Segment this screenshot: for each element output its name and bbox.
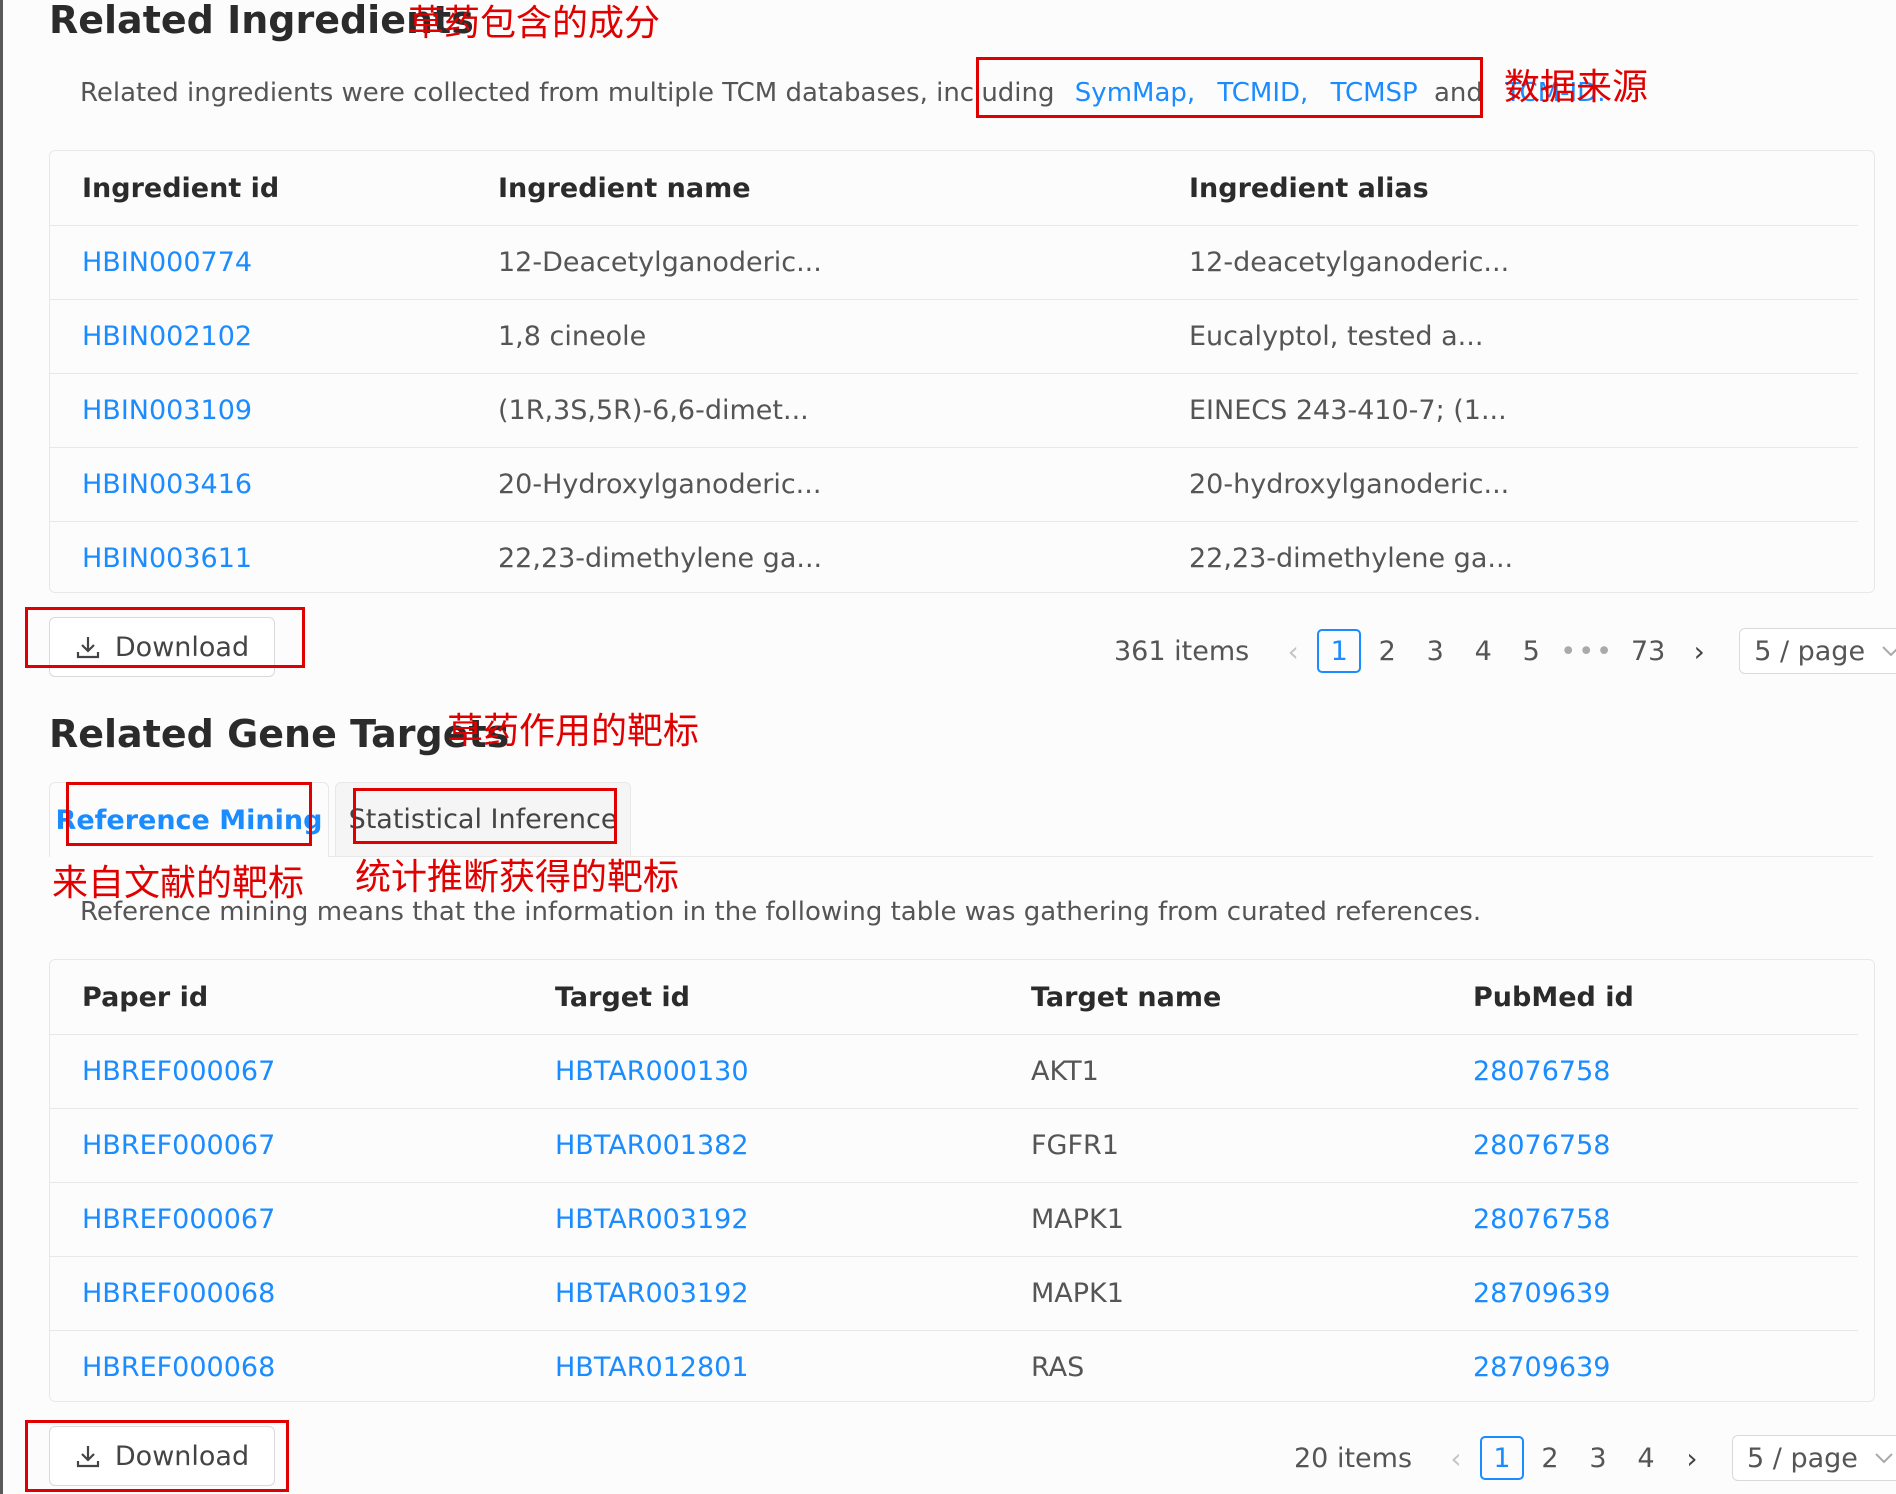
column-header-target-id[interactable]: Target id: [523, 961, 999, 1035]
table-row: HBREF000067 HBTAR003192 MAPK1 28076758: [50, 1182, 1858, 1257]
pubmed-id-link[interactable]: 28076758: [1441, 1108, 1858, 1183]
column-header-ingredient-name[interactable]: Ingredient name: [466, 152, 1157, 226]
target-name: FGFR1: [999, 1108, 1441, 1183]
download-highlight-box: [25, 607, 305, 668]
target-name: MAPK1: [999, 1256, 1441, 1331]
page-edge: [0, 0, 3, 1494]
column-header-pubmed-id[interactable]: PubMed id: [1441, 961, 1858, 1035]
targets-header-row: Paper id Target id Target name PubMed id: [50, 961, 1858, 1035]
table-row: HBIN002102 1,8 cineole Eucalyptol, teste…: [50, 299, 1858, 374]
page-2[interactable]: 2: [1528, 1436, 1572, 1480]
pubmed-id-link[interactable]: 28076758: [1441, 1182, 1858, 1257]
chevron-down-icon: [1882, 646, 1896, 657]
table-row: HBIN003611 22,23-dimethylene ga... 22,23…: [50, 522, 1858, 596]
statistical-tab-annotation: 统计推断获得的靶标: [355, 857, 680, 898]
ingredient-id-link[interactable]: HBIN003611: [50, 522, 466, 596]
pubmed-id-link[interactable]: 28709639: [1441, 1331, 1858, 1405]
ingredient-name: 22,23-dimethylene ga...: [498, 543, 823, 574]
ingredients-title-annotation: 草药包含的成分: [408, 3, 661, 44]
pubmed-id-link[interactable]: 28076758: [1441, 1034, 1858, 1109]
ingredient-id-link[interactable]: HBIN002102: [50, 299, 466, 374]
page-3[interactable]: 3: [1413, 629, 1457, 673]
page-size-value: 5 / page: [1747, 1442, 1858, 1474]
ingredient-name: 1,8 cineole: [466, 299, 1157, 374]
tab-statistical-highlight-box: [353, 788, 617, 844]
page-1[interactable]: 1: [1480, 1436, 1525, 1480]
ingredient-alias: 12-deacetylganoderic...: [1157, 225, 1858, 300]
column-header-ingredient-id[interactable]: Ingredient id: [50, 152, 466, 226]
chevron-left-icon[interactable]: ‹: [1434, 1436, 1478, 1480]
chevron-right-icon[interactable]: ›: [1670, 1436, 1714, 1480]
targets-title-annotation: 草药作用的靶标: [447, 711, 700, 752]
page-4[interactable]: 4: [1461, 629, 1505, 673]
ingredients-table: Ingredient id Ingredient name Ingredient…: [50, 152, 1858, 595]
ingredient-alias: Eucalyptol, tested a...: [1157, 299, 1858, 374]
table-row: HBREF000067 HBTAR001382 FGFR1 28076758: [50, 1108, 1858, 1183]
targets-title: Related Gene Targets: [49, 712, 510, 756]
ingredient-name: (1R,3S,5R)-6,6-dimet...: [466, 373, 1157, 448]
ingredient-name: 12-Deacetylganoderic...: [466, 225, 1157, 300]
column-header-target-name[interactable]: Target name: [999, 961, 1441, 1035]
column-header-paper-id[interactable]: Paper id: [50, 961, 523, 1035]
target-id-link[interactable]: HBTAR003192: [523, 1256, 999, 1331]
ingredient-id-link[interactable]: HBIN000774: [50, 225, 466, 300]
targets-description: Reference mining means that the informat…: [80, 897, 1482, 927]
chevron-right-icon[interactable]: ›: [1677, 629, 1721, 673]
ingredient-alias: EINECS 243-410-7; (1...: [1157, 373, 1858, 448]
ingredient-alias: 22,23-dimethylene ga...: [1189, 543, 1514, 574]
pubmed-id-link[interactable]: 28709639: [1441, 1256, 1858, 1331]
chevron-left-icon[interactable]: ‹: [1271, 629, 1315, 673]
ingredients-header-row: Ingredient id Ingredient name Ingredient…: [50, 152, 1858, 226]
page-5[interactable]: 5: [1509, 629, 1553, 673]
page-73[interactable]: 73: [1621, 629, 1675, 673]
table-row: HBIN003109 (1R,3S,5R)-6,6-dimet... EINEC…: [50, 373, 1858, 448]
target-id-link[interactable]: HBTAR000130: [523, 1034, 999, 1109]
paper-id-link[interactable]: HBREF000067: [50, 1182, 523, 1257]
column-header-ingredient-alias[interactable]: Ingredient alias: [1157, 152, 1858, 226]
page-size-value: 5 / page: [1754, 635, 1866, 667]
page-3[interactable]: 3: [1576, 1436, 1620, 1480]
table-row: HBREF000067 HBTAR000130 AKT1 28076758: [50, 1034, 1858, 1109]
target-name: MAPK1: [999, 1182, 1441, 1257]
page-size-select[interactable]: 5 / page: [1739, 628, 1896, 674]
target-name: RAS: [1031, 1352, 1085, 1383]
page-size-select[interactable]: 5 / page: [1732, 1435, 1896, 1481]
sources-highlight-box: [976, 57, 1483, 118]
sources-annotation: 数据来源: [1504, 67, 1649, 108]
paper-id-link[interactable]: HBREF000067: [50, 1034, 523, 1109]
targets-table: Paper id Target id Target name PubMed id…: [50, 961, 1858, 1404]
target-name: AKT1: [999, 1034, 1441, 1109]
total-items: 361 items: [1114, 635, 1250, 667]
table-row: HBREF000068 HBTAR003192 MAPK1 28709639: [50, 1256, 1858, 1331]
table-row: HBIN003416 20-Hydroxylganoderic... 20-hy…: [50, 447, 1858, 522]
targets-pagination: 20 items ‹ 1 2 3 4 › 5 / page: [1294, 1435, 1896, 1481]
paper-id-link[interactable]: HBREF000067: [50, 1108, 523, 1183]
page-ellipsis[interactable]: •••: [1557, 629, 1617, 673]
download-highlight-box: [25, 1420, 289, 1492]
paper-id-link[interactable]: HBREF000068: [50, 1256, 523, 1331]
target-id-link[interactable]: HBTAR001382: [523, 1108, 999, 1183]
ingredient-id-link[interactable]: HBIN003416: [50, 447, 466, 522]
ingredient-name: 20-Hydroxylganoderic...: [466, 447, 1157, 522]
description-text: Related ingredients were collected from …: [80, 78, 1055, 108]
page-2[interactable]: 2: [1365, 629, 1409, 673]
ingredients-pagination: 361 items ‹ 1 2 3 4 5 ••• 73 › 5 / page: [1114, 628, 1896, 674]
target-id-link[interactable]: HBTAR012801: [523, 1331, 999, 1405]
ingredient-alias: 20-hydroxylganoderic...: [1157, 447, 1858, 522]
paper-id-link[interactable]: HBREF000068: [50, 1331, 523, 1405]
table-row: HBIN000774 12-Deacetylganoderic... 12-de…: [50, 225, 1858, 300]
table-row: HBREF000068 HBTAR012801 RAS 28709639: [50, 1331, 1858, 1405]
page-4[interactable]: 4: [1624, 1436, 1668, 1480]
ingredient-id-link[interactable]: HBIN003109: [50, 373, 466, 448]
total-items: 20 items: [1294, 1442, 1413, 1474]
chevron-down-icon: [1875, 1453, 1893, 1464]
target-id-link[interactable]: HBTAR003192: [523, 1182, 999, 1257]
page-1[interactable]: 1: [1317, 629, 1362, 673]
tab-reference-highlight-box: [66, 782, 312, 846]
